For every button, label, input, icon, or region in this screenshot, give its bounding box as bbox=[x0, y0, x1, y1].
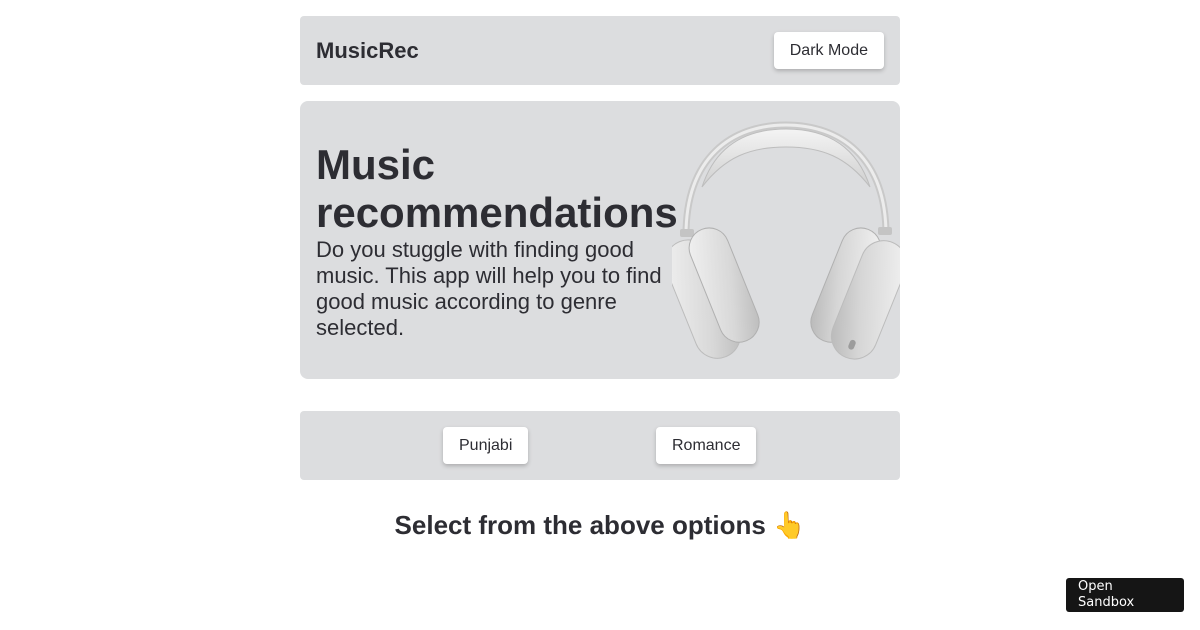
genre-options-bar: Punjabi Romance bbox=[300, 411, 900, 480]
brand-logo-text[interactable]: MusicRec bbox=[316, 38, 419, 64]
hero-text: Music recommendations Do you stuggle wit… bbox=[316, 141, 686, 341]
hero-description: Do you stuggle with finding good music. … bbox=[316, 237, 662, 340]
hero-title: Music recommendations bbox=[316, 141, 678, 236]
open-sandbox-button[interactable]: Open Sandbox bbox=[1066, 578, 1184, 612]
dark-mode-button[interactable]: Dark Mode bbox=[773, 32, 884, 69]
genre-button-romance[interactable]: Romance bbox=[656, 427, 757, 464]
hero-card: Music recommendations Do you stuggle wit… bbox=[300, 101, 900, 379]
app-container: MusicRec Dark Mode Music recommendations… bbox=[300, 16, 900, 480]
navbar: MusicRec Dark Mode bbox=[300, 16, 900, 85]
headphones-image bbox=[672, 121, 900, 360]
hint-text: Select from the above options bbox=[394, 510, 766, 540]
pointing-up-icon: 👆 bbox=[773, 510, 806, 540]
select-hint: Select from the above options 👆 bbox=[300, 510, 900, 541]
genre-button-punjabi[interactable]: Punjabi bbox=[443, 427, 529, 464]
